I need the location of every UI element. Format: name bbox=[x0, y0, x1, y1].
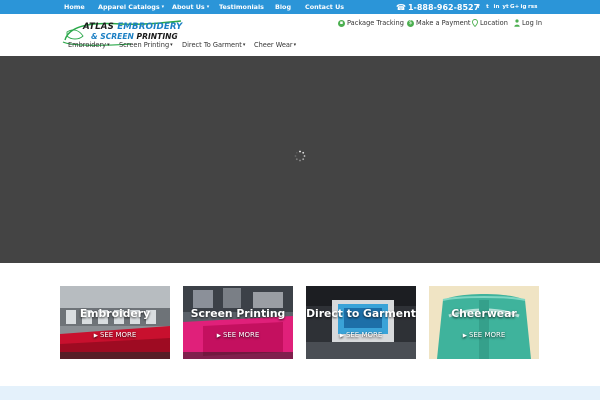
main-nav-label: Cheer Wear bbox=[254, 41, 293, 49]
play-icon: ▶ bbox=[216, 333, 221, 339]
top-nav-label: Home bbox=[64, 3, 85, 11]
top-nav-apparel-catalogs[interactable]: Apparel Catalogs ▾ bbox=[98, 0, 172, 14]
main-nav: Embroidery ▾ Screen Printing ▾ Direct To G… bbox=[68, 40, 300, 50]
footer-band bbox=[0, 386, 600, 400]
top-nav-label: Apparel Catalogs bbox=[98, 3, 160, 11]
user-icon bbox=[514, 19, 520, 27]
utility-links: ▪ Package Tracking $ Make a Payment Loca… bbox=[338, 17, 544, 29]
main-nav-direct-to-garment[interactable]: Direct To Garment ▾ bbox=[182, 41, 254, 49]
login-link[interactable]: Log In bbox=[514, 19, 544, 27]
facebook-icon[interactable]: f bbox=[474, 4, 483, 10]
top-nav-home[interactable]: Home bbox=[64, 0, 98, 14]
see-more-label: SEE MORE bbox=[222, 331, 260, 339]
dollar-icon: $ bbox=[407, 19, 414, 27]
top-nav-label: Contact Us bbox=[305, 3, 345, 11]
screen-printing-image bbox=[183, 286, 293, 359]
main-nav-label: Embroidery bbox=[68, 41, 107, 49]
tile-title: Direct to Garment bbox=[306, 307, 416, 320]
logo-text: ATLAS bbox=[83, 22, 115, 32]
main-nav-label: Screen Printing bbox=[119, 41, 170, 49]
top-nav: Home Apparel Catalogs ▾ About Us ▾ Testimo… bbox=[64, 0, 345, 14]
embroidery-machine-image bbox=[60, 286, 170, 359]
play-icon: ▶ bbox=[462, 333, 467, 339]
package-tracking-link[interactable]: ▪ Package Tracking bbox=[338, 19, 407, 27]
main-nav-screen-printing[interactable]: Screen Printing ▾ bbox=[119, 41, 182, 49]
linkedin-icon[interactable]: in bbox=[492, 4, 501, 10]
package-icon: ▪ bbox=[338, 19, 345, 27]
top-nav-blog[interactable]: Blog bbox=[275, 0, 305, 14]
chevron-down-icon: ▾ bbox=[293, 42, 297, 48]
tile-cheerwear[interactable]: Cheerwear ▶ SEE MORE bbox=[429, 286, 539, 359]
tile-title: Cheerwear bbox=[451, 307, 517, 320]
tile-screen-printing[interactable]: Screen Printing ▶ SEE MORE bbox=[183, 286, 293, 359]
tile-title: Screen Printing bbox=[190, 307, 286, 320]
tile-title: Embroidery bbox=[79, 307, 151, 320]
phone-icon: ☎ bbox=[396, 2, 406, 12]
top-nav-contact-us[interactable]: Contact Us bbox=[305, 0, 345, 14]
cheerwear-jacket-image bbox=[429, 286, 539, 359]
rss-icon[interactable]: rss bbox=[528, 4, 537, 10]
utility-label: Make a Payment bbox=[416, 19, 471, 27]
google-plus-icon[interactable]: G+ bbox=[510, 4, 519, 10]
make-payment-link[interactable]: $ Make a Payment bbox=[407, 19, 472, 27]
utility-label: Package Tracking bbox=[347, 19, 404, 27]
top-nav-testimonials[interactable]: Testimonials bbox=[219, 0, 275, 14]
main-nav-label: Direct To Garment bbox=[182, 41, 242, 49]
chevron-down-icon: ▾ bbox=[206, 4, 210, 10]
play-icon: ▶ bbox=[93, 333, 98, 339]
phone-text: 1-888-962-8527 bbox=[407, 2, 480, 12]
location-link[interactable]: Location bbox=[472, 19, 514, 27]
see-more-link[interactable]: ▶ SEE MORE bbox=[60, 331, 170, 339]
phone-number[interactable]: ☎ 1-888-962-8527 bbox=[396, 0, 479, 14]
chevron-down-icon: ▾ bbox=[170, 42, 173, 48]
instagram-icon[interactable]: ig bbox=[519, 4, 528, 10]
direct-to-garment-image bbox=[306, 286, 416, 359]
see-more-link[interactable]: ▶ SEE MORE bbox=[429, 331, 539, 339]
see-more-label: SEE MORE bbox=[345, 331, 383, 339]
twitter-icon[interactable]: t bbox=[483, 4, 492, 10]
hero-slider[interactable] bbox=[0, 56, 600, 263]
chevron-down-icon: ▾ bbox=[161, 4, 165, 10]
top-nav-about-us[interactable]: About Us ▾ bbox=[172, 0, 219, 14]
youtube-icon[interactable]: yt bbox=[501, 4, 510, 10]
top-nav-label: Blog bbox=[275, 3, 292, 11]
logo-line-1: ATLAS EMBROIDERY bbox=[83, 22, 182, 32]
logo-text: EMBROIDERY bbox=[117, 22, 183, 32]
see-more-label: SEE MORE bbox=[468, 331, 506, 339]
see-more-label: SEE MORE bbox=[99, 331, 137, 339]
top-nav-label: Testimonials bbox=[219, 3, 264, 11]
see-more-link[interactable]: ▶ SEE MORE bbox=[183, 331, 293, 339]
top-nav-label: About Us bbox=[172, 3, 205, 11]
chevron-down-icon: ▾ bbox=[107, 42, 110, 48]
utility-label: Location bbox=[480, 19, 508, 27]
utility-label: Log In bbox=[522, 19, 542, 27]
main-nav-embroidery[interactable]: Embroidery ▾ bbox=[68, 41, 119, 49]
see-more-link[interactable]: ▶ SEE MORE bbox=[306, 331, 416, 339]
loading-spinner-icon bbox=[294, 150, 306, 162]
location-pin-icon bbox=[472, 19, 478, 27]
tile-direct-to-garment[interactable]: Direct to Garment ▶ SEE MORE bbox=[306, 286, 416, 359]
tile-embroidery[interactable]: Embroidery ▶ SEE MORE bbox=[60, 286, 170, 359]
chevron-down-icon: ▾ bbox=[242, 42, 246, 48]
main-nav-cheer-wear[interactable]: Cheer Wear ▾ bbox=[254, 41, 300, 49]
play-icon: ▶ bbox=[339, 333, 344, 339]
social-links: f t in yt G+ ig rss bbox=[474, 0, 537, 14]
